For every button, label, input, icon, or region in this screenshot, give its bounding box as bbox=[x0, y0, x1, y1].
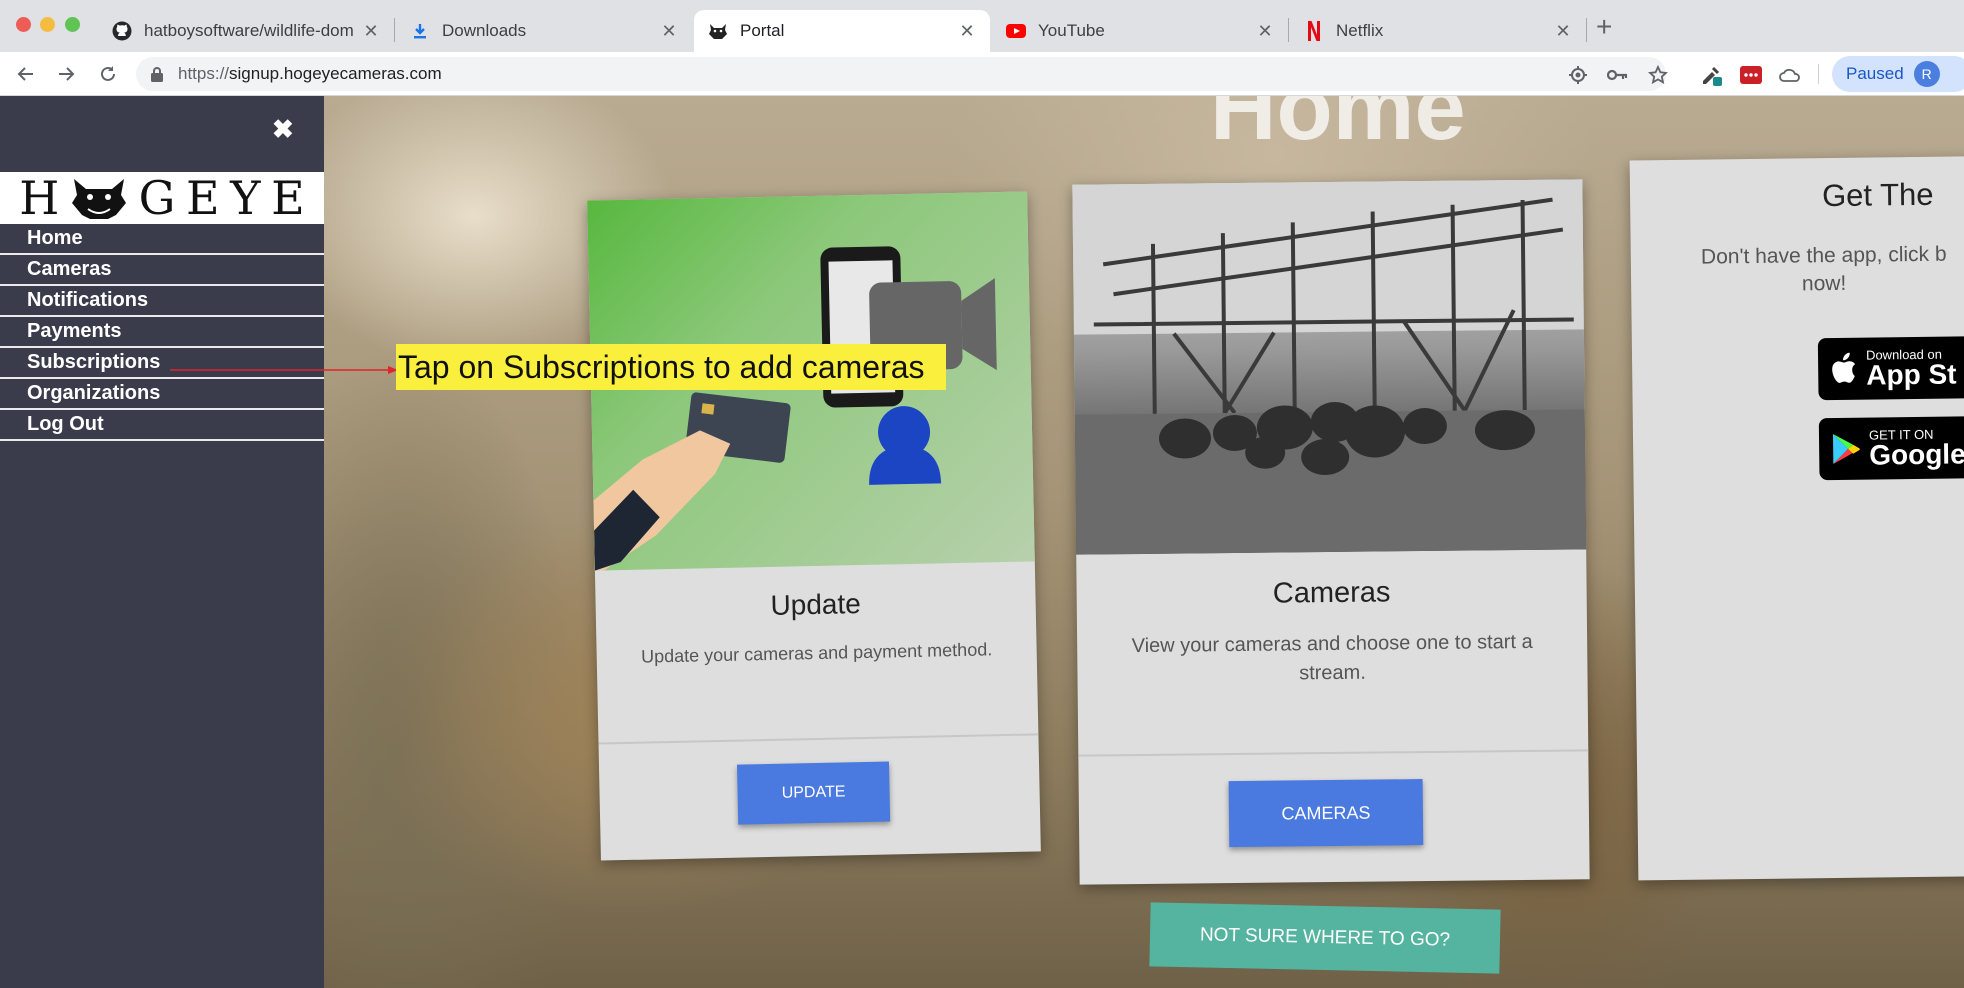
card-divider bbox=[598, 733, 1039, 745]
tab-bar: hatboysoftware/wildlife-domin ✕ Download… bbox=[0, 0, 1964, 52]
sidebar-menu: Home Cameras Notifications Payments Subs… bbox=[0, 224, 324, 441]
update-card-text: Update your cameras and payment method. bbox=[640, 639, 993, 667]
sidebar-item-cameras[interactable]: Cameras bbox=[0, 255, 324, 286]
google-play-big-text: Google bbox=[1869, 437, 1964, 471]
tab-label: Portal bbox=[740, 21, 785, 40]
web-page: Home Update Update your cameras and paym… bbox=[0, 96, 1964, 988]
get-app-card-text: Don't have the app, click b now! bbox=[1700, 242, 1947, 296]
minimize-window-button[interactable] bbox=[40, 17, 55, 32]
hogeye-logo: H G E Y E bbox=[0, 171, 324, 225]
tab-youtube[interactable]: YouTube ✕ bbox=[992, 10, 1288, 52]
annotation-arrow-icon bbox=[170, 366, 398, 374]
forward-button[interactable] bbox=[52, 60, 80, 88]
close-tab-icon[interactable]: ✕ bbox=[958, 21, 976, 42]
tab-separator bbox=[394, 18, 395, 42]
update-card-title: Update bbox=[770, 588, 862, 621]
download-icon bbox=[410, 21, 430, 41]
lastpass-extension-icon[interactable] bbox=[1740, 64, 1762, 86]
close-tab-icon[interactable]: ✕ bbox=[362, 21, 380, 42]
star-icon[interactable] bbox=[1647, 64, 1669, 86]
url-host: signup.hogeyecameras.com bbox=[229, 64, 442, 83]
get-app-card: Get The Don't have the app, click b now!… bbox=[1629, 155, 1964, 881]
sidebar-item-notifications[interactable]: Notifications bbox=[0, 286, 324, 317]
sidebar: ✖ H G E Y E Home Cameras Notifications P… bbox=[0, 96, 324, 988]
tab-portal[interactable]: Portal ✕ bbox=[694, 10, 990, 52]
cloud-extension-icon[interactable] bbox=[1779, 64, 1801, 86]
sidebar-item-log-out[interactable]: Log Out bbox=[0, 410, 324, 441]
app-store-big-text: App St bbox=[1866, 357, 1957, 391]
arrow-right-icon bbox=[59, 67, 75, 81]
close-tab-icon[interactable]: ✕ bbox=[660, 21, 678, 42]
tab-downloads[interactable]: Downloads ✕ bbox=[396, 10, 692, 52]
location-icon[interactable] bbox=[1567, 64, 1589, 86]
update-button[interactable]: UPDATE bbox=[736, 761, 891, 825]
address-bar[interactable]: https://signup.hogeyecameras.com bbox=[136, 57, 1666, 91]
url-scheme: https:// bbox=[178, 64, 230, 83]
help-button[interactable]: NOT SURE WHERE TO GO? bbox=[1149, 902, 1501, 974]
tab-separator bbox=[1288, 18, 1289, 42]
tab-label: Netflix bbox=[1336, 21, 1384, 40]
cameras-card-image bbox=[1072, 179, 1587, 555]
eyedropper-extension-icon[interactable] bbox=[1700, 64, 1722, 86]
hogeye-icon bbox=[708, 21, 728, 41]
cameras-card: Cameras View your cameras and choose one… bbox=[1072, 179, 1590, 885]
logo-letter: E bbox=[271, 171, 305, 225]
page-title: Home bbox=[1210, 96, 1466, 159]
cameras-button[interactable]: CAMERAS bbox=[1228, 779, 1424, 848]
apple-icon bbox=[1832, 352, 1856, 383]
close-tab-icon[interactable]: ✕ bbox=[1256, 21, 1274, 42]
card-divider bbox=[1078, 749, 1589, 757]
profile-status: Paused bbox=[1846, 64, 1904, 83]
tab-label: hatboysoftware/wildlife-domin bbox=[144, 21, 354, 40]
logo-letter: H bbox=[19, 171, 60, 225]
logo-letter: Y bbox=[230, 171, 261, 225]
google-play-icon bbox=[1832, 434, 1860, 465]
url-text: https://signup.hogeyecameras.com bbox=[178, 64, 442, 84]
back-button[interactable] bbox=[12, 60, 40, 88]
tab-label: Downloads bbox=[442, 21, 527, 40]
google-play-badge[interactable]: GET IT ON Google bbox=[1818, 415, 1964, 481]
close-window-button[interactable] bbox=[16, 17, 31, 32]
get-app-card-title: Get The bbox=[1821, 176, 1934, 214]
cameras-card-title: Cameras bbox=[1272, 576, 1391, 610]
sidebar-item-home[interactable]: Home bbox=[0, 224, 324, 255]
close-tab-icon[interactable]: ✕ bbox=[1554, 21, 1572, 42]
tab-label: YouTube bbox=[1038, 21, 1105, 40]
toolbar-separator bbox=[1818, 64, 1819, 84]
github-icon bbox=[112, 21, 132, 41]
logo-letter: E bbox=[185, 171, 220, 225]
sidebar-item-payments[interactable]: Payments bbox=[0, 317, 324, 348]
youtube-icon bbox=[1006, 21, 1026, 41]
tab-netflix[interactable]: Netflix ✕ bbox=[1290, 10, 1586, 52]
sidebar-item-organizations[interactable]: Organizations bbox=[0, 379, 324, 410]
tab-github[interactable]: hatboysoftware/wildlife-domin ✕ bbox=[98, 10, 394, 52]
key-icon[interactable] bbox=[1607, 64, 1629, 86]
boar-head-icon bbox=[70, 175, 128, 221]
cameras-card-text: View your cameras and choose one to star… bbox=[1131, 630, 1533, 685]
lock-icon[interactable] bbox=[150, 66, 166, 82]
hog-trap-photo-icon bbox=[1072, 179, 1587, 555]
maximize-window-button[interactable] bbox=[65, 17, 80, 32]
reload-icon bbox=[101, 66, 115, 81]
reload-button[interactable] bbox=[94, 60, 122, 88]
tab-separator bbox=[1586, 18, 1587, 42]
sidebar-item-subscriptions[interactable]: Subscriptions bbox=[0, 348, 324, 379]
arrow-left-icon bbox=[17, 67, 33, 81]
new-tab-icon[interactable]: + bbox=[1596, 12, 1612, 42]
update-card: Update Update your cameras and payment m… bbox=[587, 191, 1041, 861]
profile-button[interactable]: Paused R bbox=[1832, 56, 1964, 92]
logo-letter: G bbox=[138, 171, 176, 225]
annotation-callout: Tap on Subscriptions to add cameras bbox=[396, 344, 946, 390]
netflix-icon bbox=[1304, 21, 1324, 41]
close-icon[interactable]: ✖ bbox=[272, 116, 294, 142]
avatar: R bbox=[1913, 61, 1940, 87]
app-store-badge[interactable]: Download on App St bbox=[1817, 335, 1964, 401]
browser-toolbar: https://signup.hogeyecameras.com Paused … bbox=[0, 52, 1964, 96]
